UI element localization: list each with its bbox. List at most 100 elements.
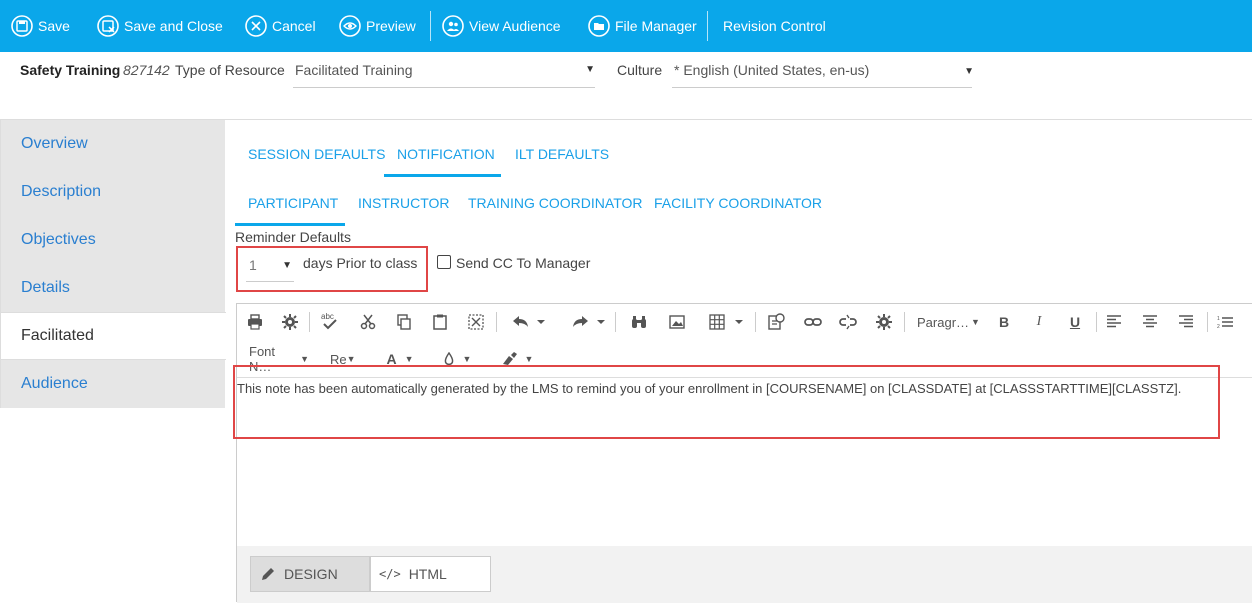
tab-notification[interactable]: NOTIFICATION (397, 146, 495, 162)
revision-control-label: Revision Control (723, 18, 826, 34)
toolbar-divider (430, 11, 431, 41)
cancel-label: Cancel (272, 18, 316, 34)
paragraph-format-select[interactable]: Paragr… ▼ (917, 312, 981, 332)
revision-control-button[interactable]: Revision Control (723, 0, 853, 52)
toolbar-divider (309, 312, 310, 332)
active-tab-indicator (384, 174, 501, 177)
editor-mode-bar: DESIGN </> HTML (237, 546, 1252, 603)
sidebar-item-label: Facilitated (21, 327, 94, 344)
paint-drop-icon (444, 352, 453, 366)
toolbar-divider (1207, 312, 1208, 332)
sidebar-item-details[interactable]: Details (1, 264, 226, 312)
sidebar: Overview Description Objectives Details … (0, 120, 226, 408)
code-icon: </> (379, 567, 401, 581)
unlink-icon[interactable] (837, 312, 859, 332)
svg-text:2: 2 (1217, 324, 1220, 329)
underline-button[interactable]: U (1065, 312, 1085, 332)
active-subtab-indicator (235, 223, 345, 226)
sidebar-item-objectives[interactable]: Objectives (1, 216, 226, 264)
html-mode-label: HTML (408, 566, 447, 582)
gear-icon[interactable] (874, 312, 894, 332)
print-icon[interactable] (245, 312, 265, 332)
file-manager-label: File Manager (615, 18, 697, 34)
save-button[interactable]: Save (10, 0, 84, 52)
chevron-down-icon: ▼ (282, 260, 292, 271)
send-cc-label: Send CC To Manager (456, 255, 591, 271)
chevron-down-icon: ▼ (964, 66, 974, 77)
toolbar-divider (707, 11, 708, 41)
tab-facility-coordinator[interactable]: FACILITY COORDINATOR (654, 195, 822, 211)
tab-ilt-defaults[interactable]: ILT DEFAULTS (515, 146, 609, 162)
reminder-days-suffix: days Prior to class (303, 255, 418, 271)
course-id: 827142 (123, 62, 170, 78)
cancel-icon (244, 14, 268, 38)
bold-button[interactable]: B (994, 312, 1014, 332)
link-icon[interactable] (802, 312, 824, 332)
save-label: Save (38, 18, 70, 34)
redo-icon[interactable] (569, 312, 607, 332)
view-audience-button[interactable]: View Audience (441, 0, 583, 52)
sidebar-item-facilitated[interactable]: Facilitated (1, 312, 226, 360)
tab-instructor[interactable]: INSTRUCTOR (358, 195, 450, 211)
tab-participant[interactable]: PARTICIPANT (248, 195, 338, 211)
course-title: Safety Training (20, 62, 121, 78)
chevron-down-icon: ▼ (404, 354, 414, 364)
preview-label: Preview (366, 18, 416, 34)
select-all-icon[interactable] (466, 312, 486, 332)
tab-training-coordinator[interactable]: TRAINING COORDINATOR (468, 195, 643, 211)
italic-button[interactable]: I (1029, 312, 1049, 332)
type-of-resource-label: Type of Resource (175, 62, 285, 78)
type-of-resource-value: Facilitated Training (295, 62, 413, 78)
spellcheck-icon[interactable]: abc (319, 310, 341, 332)
reminder-days-value: 1 (249, 257, 257, 273)
sidebar-item-label: Overview (21, 135, 88, 152)
toolbar-divider (496, 312, 497, 332)
cut-icon[interactable] (358, 312, 378, 332)
table-icon[interactable] (707, 312, 745, 332)
chevron-down-icon: ▼ (462, 354, 472, 364)
sidebar-item-description[interactable]: Description (1, 168, 226, 216)
chevron-down-icon: ▼ (585, 64, 595, 75)
save-and-close-label: Save and Close (124, 18, 223, 34)
align-right-icon[interactable] (1176, 312, 1196, 332)
eraser-icon (502, 352, 517, 365)
design-mode-button[interactable]: DESIGN (250, 556, 370, 592)
send-cc-checkbox[interactable] (437, 255, 451, 269)
document-manager-icon[interactable] (765, 312, 787, 332)
file-manager-button[interactable]: File Manager (587, 0, 707, 52)
save-and-close-button[interactable]: Save and Close (96, 0, 244, 52)
svg-text:1: 1 (1217, 316, 1220, 322)
align-center-icon[interactable] (1140, 312, 1160, 332)
copy-icon[interactable] (394, 312, 414, 332)
paste-icon[interactable] (430, 312, 450, 332)
folder-icon (587, 14, 611, 38)
top-toolbar: Save Save and Close Cancel Preview View … (0, 0, 1252, 52)
preview-icon (338, 14, 362, 38)
save-close-icon (96, 14, 120, 38)
image-icon[interactable] (667, 312, 687, 332)
tab-session-defaults[interactable]: SESSION DEFAULTS (248, 146, 385, 162)
culture-select[interactable]: * English (United States, en-us) ▼ (672, 58, 974, 88)
sidebar-item-label: Audience (21, 375, 88, 392)
type-of-resource-select[interactable]: Facilitated Training ▼ (293, 58, 595, 88)
culture-label: Culture (617, 62, 663, 78)
sidebar-item-audience[interactable]: Audience (1, 360, 226, 408)
pencil-icon (262, 568, 274, 580)
sidebar-item-overview[interactable]: Overview (1, 120, 226, 168)
find-icon[interactable] (629, 312, 649, 332)
align-left-icon[interactable] (1104, 312, 1124, 332)
settings-icon[interactable] (280, 312, 300, 332)
numbered-list-icon[interactable]: 12 (1215, 312, 1235, 332)
chevron-down-icon: ▼ (524, 354, 534, 364)
cancel-button[interactable]: Cancel (244, 0, 338, 52)
chevron-down-icon: ▼ (971, 317, 980, 327)
undo-icon[interactable] (509, 312, 547, 332)
design-mode-label: DESIGN (284, 566, 338, 582)
toolbar-divider (1096, 312, 1097, 332)
chevron-down-icon: ▼ (346, 354, 356, 364)
reminder-days-select[interactable]: 1 ▼ (246, 254, 294, 282)
view-audience-label: View Audience (469, 18, 561, 34)
html-mode-button[interactable]: </> HTML (370, 556, 491, 592)
rich-text-editor: abc Paragr… ▼ B I U 1 2 Font N… ▼ Re ▼ A… (236, 303, 1252, 603)
preview-button[interactable]: Preview (338, 0, 430, 52)
